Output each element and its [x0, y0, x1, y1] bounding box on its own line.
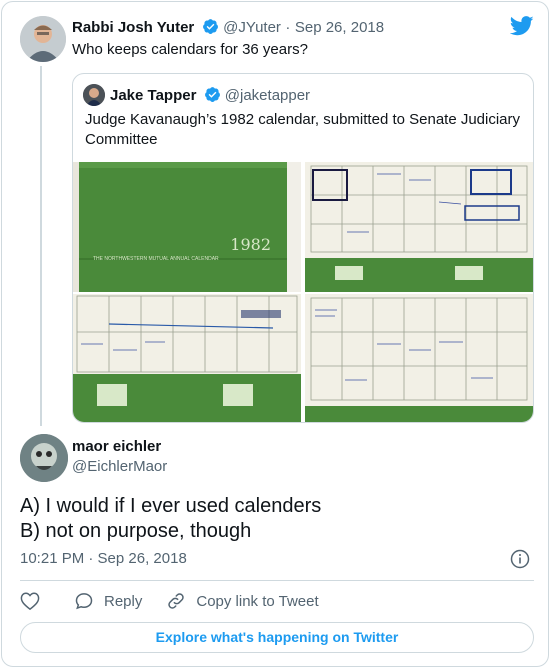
reply-button[interactable]: Reply [74, 591, 142, 611]
separator-dot: · [285, 19, 291, 36]
avatar-josh-yuter[interactable] [20, 16, 66, 62]
calendar-page-image-1[interactable] [305, 162, 533, 292]
heart-icon [20, 592, 40, 610]
verified-badge-icon [202, 19, 218, 34]
quoted-tweet[interactable]: Jake Tapper @jaketapper Judge Kavanaugh’… [72, 73, 534, 423]
quoted-author-handle: @jaketapper [224, 87, 311, 104]
reply-timestamp[interactable]: 10:21 PM · Sep 26, 2018 [20, 550, 187, 567]
quoted-header: Jake Tapper @jaketapper [110, 86, 310, 104]
quoted-author-name: Jake Tapper [110, 87, 197, 104]
parent-header: Rabbi Josh Yuter @JYuter · Sep 26, 2018 [72, 18, 384, 37]
copy-link-button[interactable]: Copy link to Tweet [166, 591, 319, 611]
reply-header: maor eichler @EichlerMaor [72, 438, 167, 475]
reply-text: A) I would if I ever used calenders B) n… [20, 494, 321, 544]
divider [20, 580, 534, 581]
calendar-page-image-2[interactable] [73, 294, 301, 422]
reply-text-line-2: B) not on purpose, though [20, 520, 252, 542]
cover-year: 1982 [230, 235, 271, 254]
author-handle[interactable]: @JYuter [223, 19, 281, 36]
avatar-jake-tapper [83, 84, 105, 106]
explore-twitter-button[interactable]: Explore what's happening on Twitter [20, 622, 534, 653]
embedded-tweet-card: Rabbi Josh Yuter @JYuter · Sep 26, 2018 … [1, 1, 549, 667]
tweet-date[interactable]: Sep 26, 2018 [295, 19, 384, 36]
twitter-bird-icon[interactable] [510, 16, 534, 36]
verified-badge-icon [204, 87, 220, 102]
media-grid: 1982 THE NORTHWESTERN MUTUAL ANNUAL CALE… [73, 162, 533, 422]
cover-caption: THE NORTHWESTERN MUTUAL ANNUAL CALENDAR [93, 256, 219, 262]
reply-bubble-icon [75, 593, 93, 610]
calendar-page-image-3[interactable] [305, 294, 533, 422]
like-button[interactable] [20, 592, 40, 610]
copy-link-label: Copy link to Tweet [196, 592, 319, 610]
quoted-text: Judge Kavanaugh’s 1982 calendar, submitt… [85, 111, 521, 148]
info-icon[interactable] [510, 549, 530, 569]
calendar-cover-image[interactable]: 1982 THE NORTHWESTERN MUTUAL ANNUAL CALE… [73, 162, 301, 292]
link-icon [168, 593, 185, 609]
reply-label: Reply [104, 592, 143, 610]
avatar-maor-eichler[interactable] [20, 434, 68, 482]
reply-author-handle[interactable]: @EichlerMaor [72, 458, 167, 475]
thread-connector-line [40, 66, 42, 426]
reply-text-line-1: A) I would if I ever used calenders [20, 495, 322, 517]
action-bar: Reply Copy link to Tweet [20, 590, 319, 612]
reply-author-name[interactable]: maor eichler [72, 438, 167, 455]
author-name[interactable]: Rabbi Josh Yuter [72, 19, 194, 36]
tweet-text: Who keeps calendars for 36 years? [72, 41, 308, 58]
